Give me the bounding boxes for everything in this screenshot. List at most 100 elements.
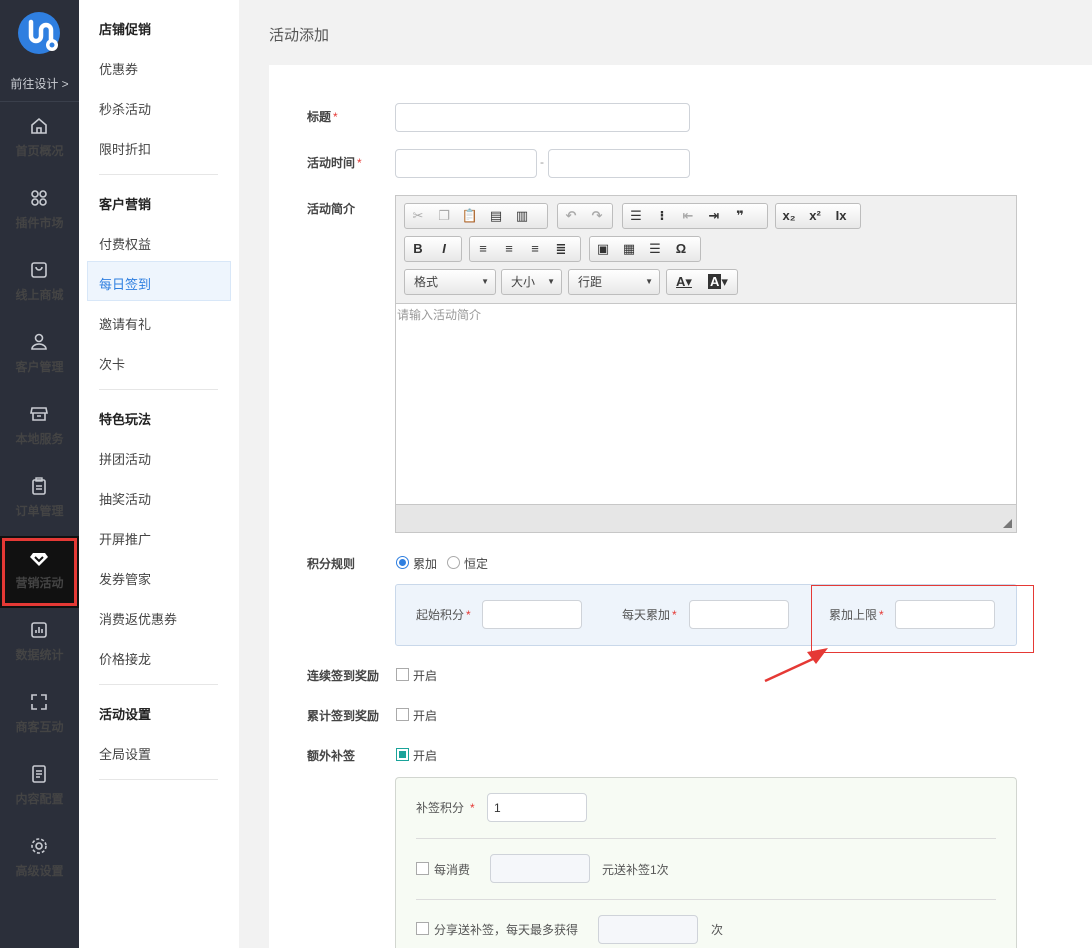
- consecutive-reward-checkbox[interactable]: [396, 668, 409, 681]
- nav-item-label: 首页概况: [15, 144, 64, 158]
- bullet-list-icon[interactable]: ⁝: [649, 204, 675, 228]
- store-icon: [30, 407, 48, 421]
- end-time-input[interactable]: [548, 149, 690, 178]
- nav-item-content[interactable]: 内容配置: [0, 752, 79, 824]
- editor-content-area[interactable]: 请输入活动简介: [396, 304, 1016, 504]
- secondary-menu: 店铺促销 优惠券 秒杀活动 限时折扣 客户营销 付费权益 每日签到 邀请有礼 次…: [79, 0, 239, 948]
- submenu-group-title: 客户营销: [99, 197, 152, 212]
- submenu-item-lottery[interactable]: 抽奖活动: [99, 489, 151, 508]
- toolbar-group-colors: A▾ A ▾: [666, 269, 738, 295]
- per-spend-checkbox[interactable]: [416, 862, 429, 875]
- undo-icon[interactable]: ↶: [558, 204, 584, 228]
- nav-item-advanced[interactable]: 高级设置: [0, 824, 79, 896]
- points-rule-label: 积分规则: [307, 557, 356, 571]
- user-icon: [31, 333, 47, 350]
- home-icon: [31, 117, 47, 134]
- indent-icon[interactable]: ⇥: [701, 204, 727, 228]
- nav-item-local-service[interactable]: 本地服务: [0, 392, 79, 464]
- horizontal-rule-icon[interactable]: ☰: [642, 237, 668, 261]
- text-color-icon[interactable]: A▾: [667, 270, 701, 294]
- align-right-icon[interactable]: ≡: [522, 237, 548, 261]
- special-char-icon[interactable]: Ω: [668, 237, 694, 261]
- nav-item-interaction[interactable]: 商客互动: [0, 680, 79, 752]
- nav-item-customers[interactable]: 客户管理: [0, 320, 79, 392]
- nav-item-plugins[interactable]: 插件市场: [0, 176, 79, 248]
- daily-add-input[interactable]: [689, 600, 789, 629]
- apps-icon: [31, 190, 47, 206]
- toolbar-group-lists: ☰ ⁝ ⇤ ⇥ ❞: [622, 203, 768, 229]
- submenu-group-title: 店铺促销: [99, 22, 152, 37]
- consecutive-reward-label: 连续签到奖励: [307, 669, 380, 683]
- format-dropdown[interactable]: 格式 ▼: [404, 269, 496, 295]
- toolbar-group-style: BI: [404, 236, 462, 262]
- italic-icon[interactable]: I: [431, 237, 457, 261]
- subscript-icon[interactable]: x₂: [776, 204, 802, 228]
- title-input[interactable]: [395, 103, 690, 132]
- table-icon[interactable]: ▦: [616, 237, 642, 261]
- submenu-item-times-card[interactable]: 次卡: [99, 354, 125, 373]
- submenu-item-daily-checkin[interactable]: 每日签到: [99, 274, 151, 293]
- clear-format-icon[interactable]: Ix: [828, 204, 854, 228]
- submenu-item-paid-benefits[interactable]: 付费权益: [99, 234, 151, 253]
- submenu-divider: [99, 779, 218, 780]
- bag-icon: [31, 262, 47, 278]
- submenu-item-flash-sale[interactable]: 秒杀活动: [99, 99, 151, 118]
- editor-footer: [396, 504, 1016, 532]
- rule-option-label: 累加: [413, 557, 438, 571]
- extra-makeup-label: 额外补签: [307, 749, 356, 763]
- redo-icon[interactable]: ↷: [584, 204, 610, 228]
- cut-icon[interactable]: ✂: [405, 204, 431, 228]
- paste-text-icon[interactable]: ▤: [483, 204, 509, 228]
- submenu-item-spend-return[interactable]: 消费返优惠券: [99, 609, 177, 628]
- submenu-item-time-discount[interactable]: 限时折扣: [99, 139, 151, 158]
- submenu-item-global-settings[interactable]: 全局设置: [99, 744, 151, 763]
- superscript-icon[interactable]: x²: [802, 204, 828, 228]
- time-separator: -: [540, 155, 544, 169]
- submenu-item-price-relay[interactable]: 价格接龙: [99, 649, 151, 668]
- enable-text: 开启: [413, 709, 438, 723]
- daily-add-label: 每天累加 *: [622, 608, 677, 622]
- resize-handle-icon[interactable]: [1003, 519, 1012, 528]
- submenu-item-coupon-manager[interactable]: 发券管家: [99, 569, 151, 588]
- paste-word-icon[interactable]: ▥: [509, 204, 535, 228]
- gear-icon: [31, 838, 47, 854]
- submenu-item-splash-promo[interactable]: 开屏推广: [99, 529, 151, 548]
- submenu-item-group-buy[interactable]: 拼团活动: [99, 449, 151, 468]
- paste-icon[interactable]: 📋: [457, 204, 483, 228]
- align-center-icon[interactable]: ≡: [496, 237, 522, 261]
- image-icon[interactable]: ▣: [590, 237, 616, 261]
- size-dropdown[interactable]: 大小 ▼: [501, 269, 562, 295]
- nav-item-statistics[interactable]: 数据统计: [0, 608, 79, 680]
- goto-design-link[interactable]: 前往设计 >: [0, 66, 79, 102]
- line-height-dropdown[interactable]: 行距 ▼: [568, 269, 660, 295]
- quote-icon[interactable]: ❞: [727, 204, 753, 228]
- per-spend-input[interactable]: [490, 854, 590, 883]
- submenu-item-coupon[interactable]: 优惠券: [99, 59, 138, 78]
- extra-makeup-checkbox[interactable]: [396, 748, 409, 761]
- ordered-list-icon[interactable]: ☰: [623, 204, 649, 228]
- align-left-icon[interactable]: ≡: [470, 237, 496, 261]
- submenu-item-invite[interactable]: 邀请有礼: [99, 314, 151, 333]
- outdent-icon[interactable]: ⇤: [675, 204, 701, 228]
- copy-icon[interactable]: ❐: [431, 204, 457, 228]
- nav-item-marketing[interactable]: 营销活动: [0, 536, 79, 608]
- align-justify-icon[interactable]: ≣: [548, 237, 574, 261]
- title-label: 标题 *: [307, 110, 338, 124]
- cumulative-reward-checkbox[interactable]: [396, 708, 409, 721]
- app-logo-icon[interactable]: [18, 12, 60, 54]
- makeup-points-label: 补签积分 *: [416, 801, 475, 815]
- submenu-divider: [99, 389, 218, 390]
- rule-radio-cumulative[interactable]: [396, 556, 409, 569]
- nav-item-mall[interactable]: 线上商城: [0, 248, 79, 320]
- makeup-points-input[interactable]: [487, 793, 587, 822]
- bg-color-icon[interactable]: A ▾: [701, 270, 735, 294]
- cumulative-reward-label: 累计签到奖励: [307, 709, 380, 723]
- rule-radio-constant[interactable]: [447, 556, 460, 569]
- start-points-input[interactable]: [482, 600, 582, 629]
- bold-icon[interactable]: B: [405, 237, 431, 261]
- nav-item-home[interactable]: 首页概况: [0, 104, 79, 176]
- start-time-input[interactable]: [395, 149, 537, 178]
- nav-item-orders[interactable]: 订单管理: [0, 464, 79, 536]
- share-makeup-checkbox[interactable]: [416, 922, 429, 935]
- share-makeup-input[interactable]: [598, 915, 698, 944]
